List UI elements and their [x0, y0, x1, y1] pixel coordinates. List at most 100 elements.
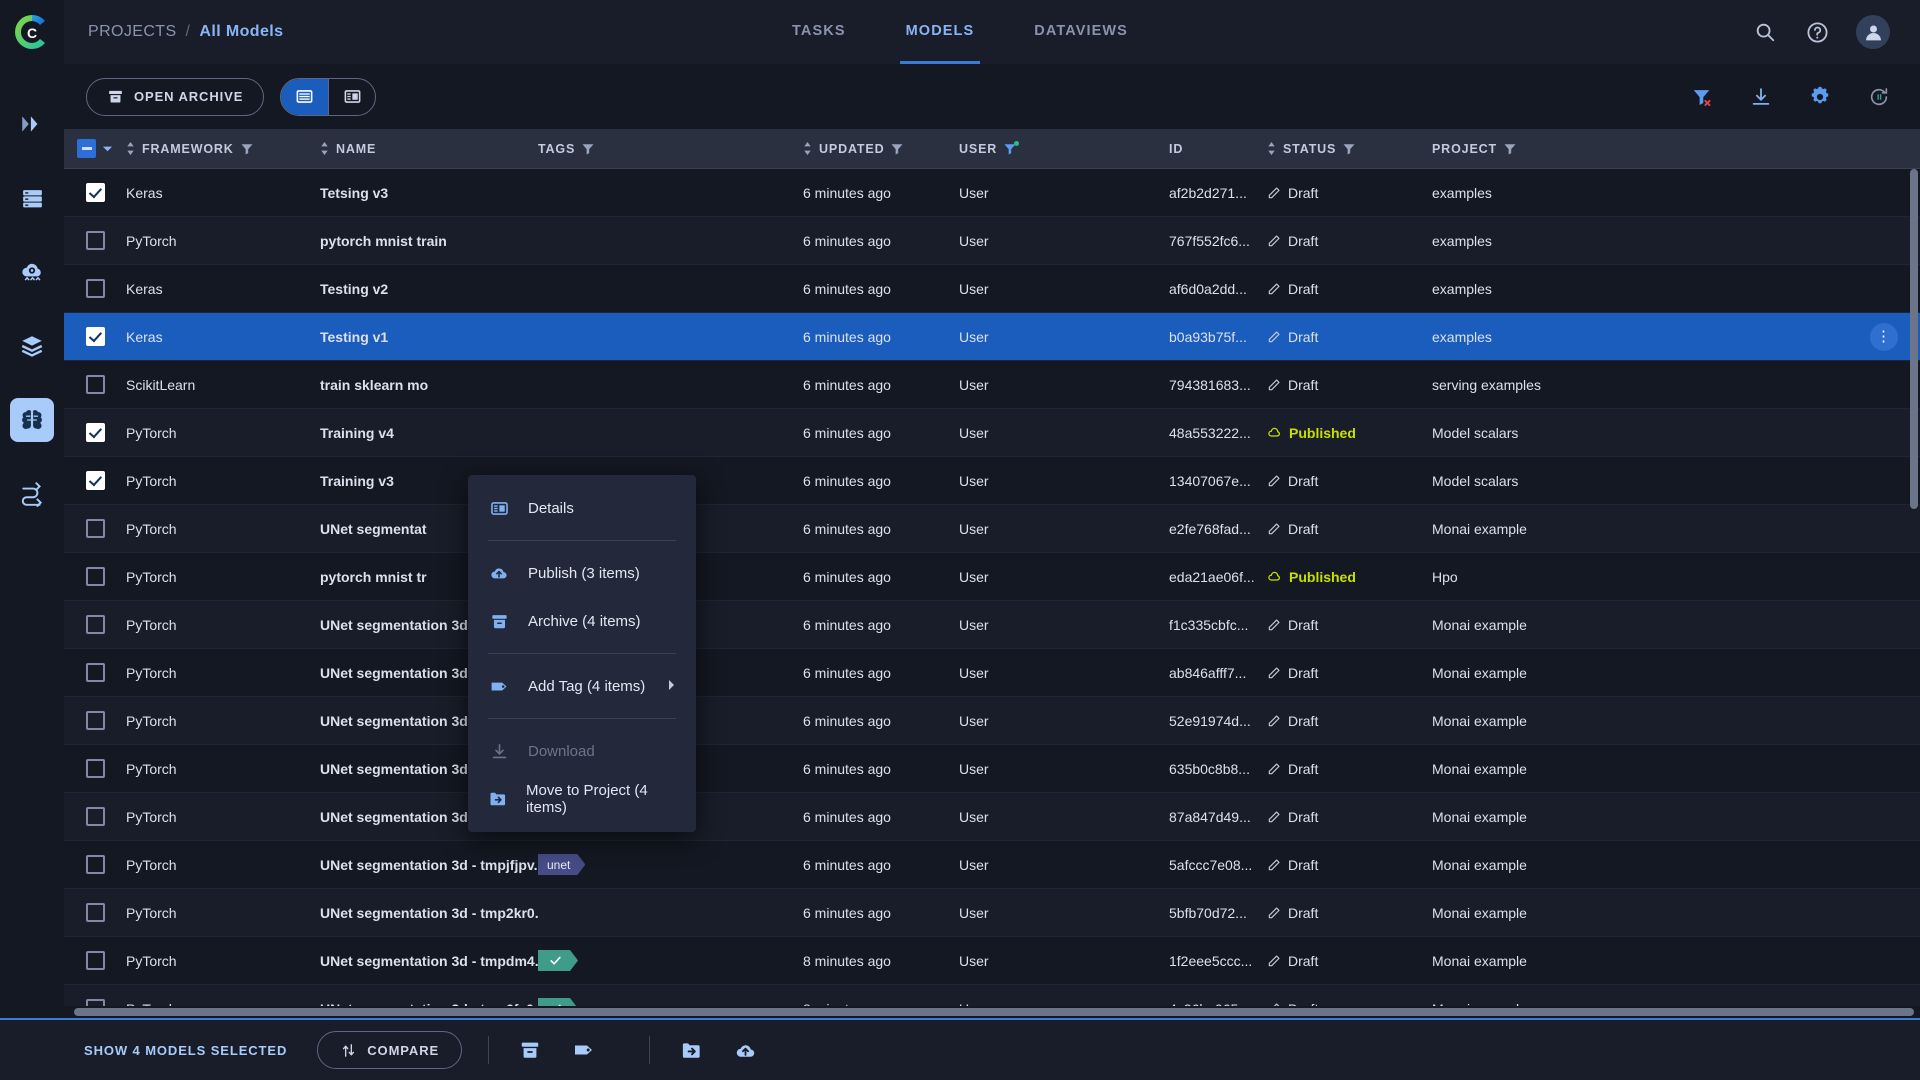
filter-icon[interactable]	[582, 143, 594, 155]
row-menu-button[interactable]: ⋮	[1870, 322, 1898, 351]
table-row[interactable]: PyTorch UNet segmentation 3d - tmp2kr0...…	[64, 889, 1920, 937]
row-checkbox[interactable]	[85, 759, 105, 778]
search-icon[interactable]	[1752, 19, 1778, 45]
table-row[interactable]: Keras Testing v1 6 minutes ago User b0a93b75…	[64, 313, 1920, 361]
row-checkbox[interactable]	[85, 519, 105, 538]
column-header-user[interactable]: USER	[959, 140, 1169, 156]
row-checkbox[interactable]	[85, 231, 105, 250]
footer-move-to-project-icon[interactable]	[676, 1035, 706, 1065]
row-checkbox[interactable]	[85, 663, 105, 682]
select-all-dropdown-icon[interactable]	[102, 143, 113, 154]
table-row[interactable]: PyTorch Training v3 6 minutes ago User 13407…	[64, 457, 1920, 505]
selection-count-label[interactable]: SHOW 4 MODELS SELECTED	[84, 1043, 287, 1058]
table-row[interactable]: ScikitLearn train sklearn mo 6 minutes ago…	[64, 361, 1920, 409]
table-row[interactable]: PyTorch UNet segmentation 3d - tmpjfjpv..…	[64, 841, 1920, 889]
context-menu-item-label: Publish (3 items)	[528, 564, 640, 582]
cell-user: User	[959, 280, 989, 297]
clearml-logo[interactable]: C	[0, 0, 64, 64]
table-row[interactable]: PyTorch UNet segmentation 3d - tmprrae...…	[64, 745, 1920, 793]
table-row[interactable]: PyTorch UNet segmentation 3d - tmp29rf...…	[64, 793, 1920, 841]
auto-refresh-icon[interactable]	[1866, 84, 1892, 110]
sidebar-item-orchestration[interactable]	[10, 250, 54, 294]
table-row[interactable]: PyTorch pytorch mnist train 6 minutes ago U…	[64, 217, 1920, 265]
row-checkbox[interactable]	[85, 567, 105, 586]
row-checkbox[interactable]	[85, 999, 105, 1006]
filter-icon[interactable]	[1343, 143, 1355, 155]
table-row[interactable]: Keras Testing v2 6 minutes ago User af6d0a2d…	[64, 265, 1920, 313]
sort-icon[interactable]	[803, 142, 812, 155]
filter-icon[interactable]	[891, 143, 903, 155]
row-checkbox[interactable]	[85, 327, 105, 346]
column-header-tags[interactable]: TAGS	[538, 142, 803, 156]
filter-icon[interactable]	[241, 143, 253, 155]
sidebar-item-datasets[interactable]	[10, 324, 54, 368]
row-checkbox[interactable]	[85, 807, 105, 826]
table-row[interactable]: PyTorchUNet segmentation 3d - tmp0tu...u…	[64, 649, 1920, 697]
row-checkbox[interactable]	[85, 183, 105, 202]
sidebar-item-expand[interactable]	[10, 102, 54, 146]
footer-tag-icon[interactable]	[569, 1035, 599, 1065]
context-menu-item-move-to-project-4-items[interactable]: Move to Project (4 items)	[468, 775, 696, 823]
row-checkbox[interactable]	[85, 615, 105, 634]
table-row[interactable]: PyTorch UNet segmentat 6 minutes ago User e2…	[64, 505, 1920, 553]
download-icon[interactable]	[1748, 84, 1774, 110]
column-header-updated[interactable]: UPDATED	[803, 142, 959, 156]
row-checkbox[interactable]	[85, 279, 105, 298]
split-view-icon[interactable]	[328, 78, 375, 115]
table-row[interactable]: PyTorch UNet segmentation 3d - tmpdm4... 8…	[64, 937, 1920, 985]
footer-archive-icon[interactable]	[515, 1035, 545, 1065]
sort-icon[interactable]	[126, 142, 135, 155]
tab-dataviews[interactable]: DATAVIEWS	[1028, 0, 1134, 64]
cell-user: User	[959, 328, 989, 345]
context-menu-item-details[interactable]: Details	[468, 484, 696, 532]
tab-models[interactable]: MODELS	[899, 0, 981, 64]
tag-chip-check[interactable]	[538, 950, 578, 971]
filter-icon[interactable]	[1504, 143, 1516, 155]
row-checkbox[interactable]	[85, 375, 105, 394]
column-header-id[interactable]: ID	[1169, 142, 1267, 156]
sidebar-item-models[interactable]	[10, 398, 54, 442]
sidebar-item-pipelines[interactable]	[10, 472, 54, 516]
tab-tasks[interactable]: TASKS	[786, 0, 852, 64]
table-view-icon[interactable]	[281, 78, 329, 115]
column-header-project[interactable]: PROJECT	[1432, 142, 1516, 156]
context-menu-item-label: Move to Project (4 items)	[526, 782, 648, 816]
settings-icon[interactable]	[1807, 84, 1833, 110]
vertical-scrollbar[interactable]	[1910, 169, 1918, 509]
cell-framework: PyTorch	[126, 472, 177, 489]
context-menu-item-archive-4-items[interactable]: Archive (4 items)	[468, 597, 696, 645]
sidebar-item-dashboard[interactable]	[10, 176, 54, 220]
table-row[interactable]: Keras Tetsing v3 6 minutes ago User af2b2d27…	[64, 169, 1920, 217]
row-checkbox[interactable]	[85, 855, 105, 874]
context-menu-item-add-tag-4-items[interactable]: Add Tag (4 items)	[468, 662, 696, 710]
help-icon[interactable]	[1804, 19, 1830, 45]
compare-button[interactable]: COMPARE	[317, 1031, 463, 1069]
column-header-status[interactable]: STATUS	[1267, 142, 1432, 156]
user-avatar[interactable]	[1856, 15, 1890, 49]
sort-icon[interactable]	[320, 142, 329, 155]
row-checkbox[interactable]	[85, 711, 105, 730]
sort-icon[interactable]	[1267, 142, 1276, 155]
tag-chip-check[interactable]	[538, 998, 578, 1006]
table-row[interactable]: PyTorch UNet segmentation 3d - tmprb9d...…	[64, 601, 1920, 649]
row-checkbox[interactable]	[85, 903, 105, 922]
open-archive-button[interactable]: OPEN ARCHIVE	[86, 77, 265, 116]
table-row[interactable]: PyTorch Training v4 6 minutes ago User 48a55…	[64, 409, 1920, 457]
breadcrumb-projects[interactable]: PROJECTS	[88, 23, 177, 41]
tag-chip[interactable]: unet	[538, 854, 585, 875]
details-icon	[488, 499, 510, 518]
clear-filters-icon[interactable]	[1689, 84, 1715, 110]
table-row[interactable]: PyTorchUNet segmentation 3d - tmp6fa0 8 m…	[64, 985, 1920, 1006]
table-row[interactable]: PyTorch pytorch mnist tr 6 minutes ago User…	[64, 553, 1920, 601]
row-checkbox[interactable]	[85, 471, 105, 490]
footer-publish-icon[interactable]	[730, 1035, 760, 1065]
horizontal-scrollbar-thumb[interactable]	[74, 1008, 1914, 1016]
row-checkbox[interactable]	[85, 423, 105, 442]
cell-framework: PyTorch	[126, 232, 177, 249]
select-all-checkbox[interactable]	[77, 139, 96, 158]
table-row[interactable]: PyTorchUNet segmentation 3d - tmpzh0...u…	[64, 697, 1920, 745]
row-checkbox[interactable]	[85, 951, 105, 970]
context-menu-item-publish-3-items[interactable]: Publish (3 items)	[468, 549, 696, 597]
column-header-name[interactable]: NAME	[320, 142, 538, 156]
column-header-framework[interactable]: FRAMEWORK	[126, 142, 320, 156]
